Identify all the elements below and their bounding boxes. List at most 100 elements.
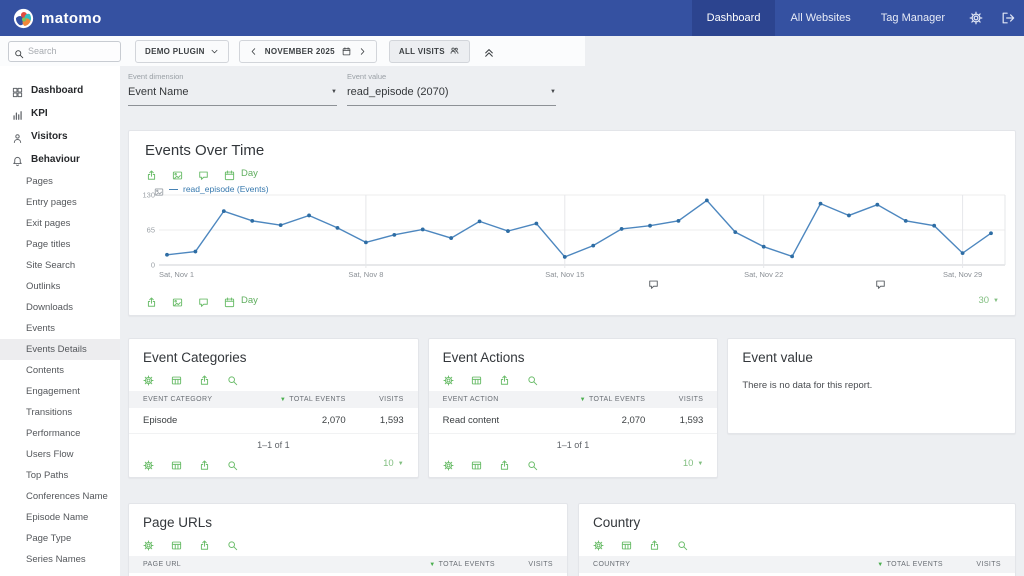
column-header[interactable]: COUNTRY [593, 561, 833, 568]
export-icon[interactable] [199, 458, 210, 469]
search-icon[interactable] [527, 458, 538, 469]
export-icon[interactable] [649, 538, 660, 549]
sidebar-item-users-flow[interactable]: Users Flow [0, 444, 120, 465]
export-image-icon[interactable] [172, 295, 183, 306]
table-row[interactable]: Episode2,0701,593 [129, 408, 418, 434]
search-icon[interactable] [227, 458, 238, 469]
table-header: EVENT ACTION ▼TOTAL EVENTS VISITS [429, 391, 718, 408]
sidebar-item-kpi[interactable]: KPI [0, 102, 120, 125]
sidebar-item-transitions[interactable]: Transitions [0, 402, 120, 423]
export-icon[interactable] [499, 373, 510, 384]
sidebar-item-contents[interactable]: Contents [0, 360, 120, 381]
period-granularity-label[interactable]: Day [241, 295, 258, 306]
sidebar-item-page-titles[interactable]: Page titles [0, 234, 120, 255]
period-granularity-label[interactable]: Day [241, 168, 258, 179]
table-view-icon[interactable] [621, 538, 632, 549]
table-view-icon[interactable] [171, 458, 182, 469]
image-frame-icon[interactable] [154, 184, 164, 194]
column-header-sorted[interactable]: ▼TOTAL EVENTS [545, 396, 645, 403]
column-header[interactable]: VISITS [495, 561, 553, 568]
row-limit-select[interactable]: 10▼ [683, 458, 704, 469]
sidebar-item-pages[interactable]: Pages [0, 171, 120, 192]
table-body: Episode2,0701,593 [129, 408, 418, 434]
sidebar-item-top-paths[interactable]: Top Paths [0, 465, 120, 486]
sidebar-item-entry-pages[interactable]: Entry pages [0, 192, 120, 213]
column-header[interactable]: EVENT CATEGORY [143, 396, 246, 403]
report-settings-icon[interactable] [143, 538, 154, 549]
column-header[interactable]: PAGE URL [143, 561, 385, 568]
column-header-sorted[interactable]: ▼TOTAL EVENTS [246, 396, 346, 403]
events-line-chart[interactable]: 065130Sat, Nov 1Sat, Nov 8Sat, Nov 15Sat… [129, 189, 1017, 281]
sidebar-item-visitors[interactable]: Visitors [0, 125, 120, 148]
sidebar-item-site-search[interactable]: Site Search [0, 255, 120, 276]
next-period-icon[interactable] [358, 47, 367, 56]
annotations-icon[interactable] [198, 168, 209, 179]
sidebar-item-training-titles[interactable]: Training titles [0, 570, 120, 576]
site-selector-button[interactable]: DEMO PLUGIN [135, 40, 229, 63]
admin-gear-icon[interactable] [969, 11, 983, 25]
column-header[interactable]: VISITS [645, 396, 703, 403]
export-icon[interactable] [199, 373, 210, 384]
sidebar-item-downloads[interactable]: Downloads [0, 297, 120, 318]
export-icon[interactable] [199, 538, 210, 549]
sidebar-item-performance[interactable]: Performance [0, 423, 120, 444]
sidebar-item-events[interactable]: Events [0, 318, 120, 339]
column-header[interactable]: VISITS [346, 396, 404, 403]
chart-legend[interactable]: — read_episode (Events) [154, 184, 269, 194]
column-header[interactable]: VISITS [943, 561, 1001, 568]
search-icon[interactable] [677, 538, 688, 549]
sidebar-item-behaviour[interactable]: Behaviour [0, 148, 120, 171]
previous-period-icon[interactable] [249, 47, 258, 56]
report-settings-icon[interactable] [143, 458, 154, 469]
table-view-icon[interactable] [471, 373, 482, 384]
calendar-icon[interactable] [224, 295, 235, 306]
export-icon[interactable] [499, 458, 510, 469]
sidebar-item-page-type[interactable]: Page Type [0, 528, 120, 549]
search-icon[interactable] [527, 373, 538, 384]
table-view-icon[interactable] [471, 458, 482, 469]
report-settings-icon[interactable] [443, 458, 454, 469]
search-input[interactable] [28, 46, 115, 56]
annotations-icon[interactable] [198, 295, 209, 306]
sidebar-item-dashboard[interactable]: Dashboard [0, 79, 120, 102]
report-settings-icon[interactable] [143, 373, 154, 384]
nav-tag-manager[interactable]: Tag Manager [866, 0, 960, 36]
row-limit-select[interactable]: 10▼ [383, 458, 404, 469]
report-controls [443, 373, 704, 384]
sidebar-item-events-details[interactable]: Events Details [0, 339, 120, 360]
row-limit-select[interactable]: 30▼ [978, 295, 999, 306]
export-icon[interactable] [146, 168, 157, 179]
card-title: Country [593, 515, 1001, 530]
export-image-icon[interactable] [172, 168, 183, 179]
signout-icon[interactable] [1001, 11, 1015, 25]
report-settings-icon[interactable] [443, 373, 454, 384]
sidebar-item-series-names[interactable]: Series Names [0, 549, 120, 570]
table-row[interactable]: Read content2,0701,593 [429, 408, 718, 434]
sidebar-item-conferences-name[interactable]: Conferences Name [0, 486, 120, 507]
sidebar-item-outlinks[interactable]: Outlinks [0, 276, 120, 297]
report-settings-icon[interactable] [593, 538, 604, 549]
table-view-icon[interactable] [171, 538, 182, 549]
matomo-logo[interactable]: matomo [0, 8, 102, 29]
sidebar-item-engagement[interactable]: Engagement [0, 381, 120, 402]
nav-dashboard[interactable]: Dashboard [692, 0, 776, 36]
segment-selector-button[interactable]: ALL VISITS [389, 40, 470, 63]
search-icon[interactable] [227, 538, 238, 549]
nav-all-websites[interactable]: All Websites [775, 0, 865, 36]
column-header-sorted[interactable]: ▼TOTAL EVENTS [385, 561, 495, 568]
column-header-sorted[interactable]: ▼TOTAL EVENTS [833, 561, 943, 568]
sidebar-item-exit-pages[interactable]: Exit pages [0, 213, 120, 234]
calendar-icon[interactable] [224, 168, 235, 179]
event-value-select[interactable]: Event value read_episode (2070)▼ [347, 72, 556, 106]
sidebar-item-episode-name[interactable]: Episode Name [0, 507, 120, 528]
annotation-marker-icon[interactable] [648, 277, 659, 288]
annotation-marker-icon[interactable] [875, 277, 886, 288]
search-icon[interactable] [227, 373, 238, 384]
main-content: Event dimension Event Name▼ Event value … [128, 66, 1016, 576]
column-header[interactable]: EVENT ACTION [443, 396, 546, 403]
event-dimension-select[interactable]: Event dimension Event Name▼ [128, 72, 337, 106]
collapse-topbar-icon[interactable] [483, 45, 495, 57]
period-selector-button[interactable]: NOVEMBER 2025 [239, 40, 377, 63]
export-icon[interactable] [146, 295, 157, 306]
table-view-icon[interactable] [171, 373, 182, 384]
